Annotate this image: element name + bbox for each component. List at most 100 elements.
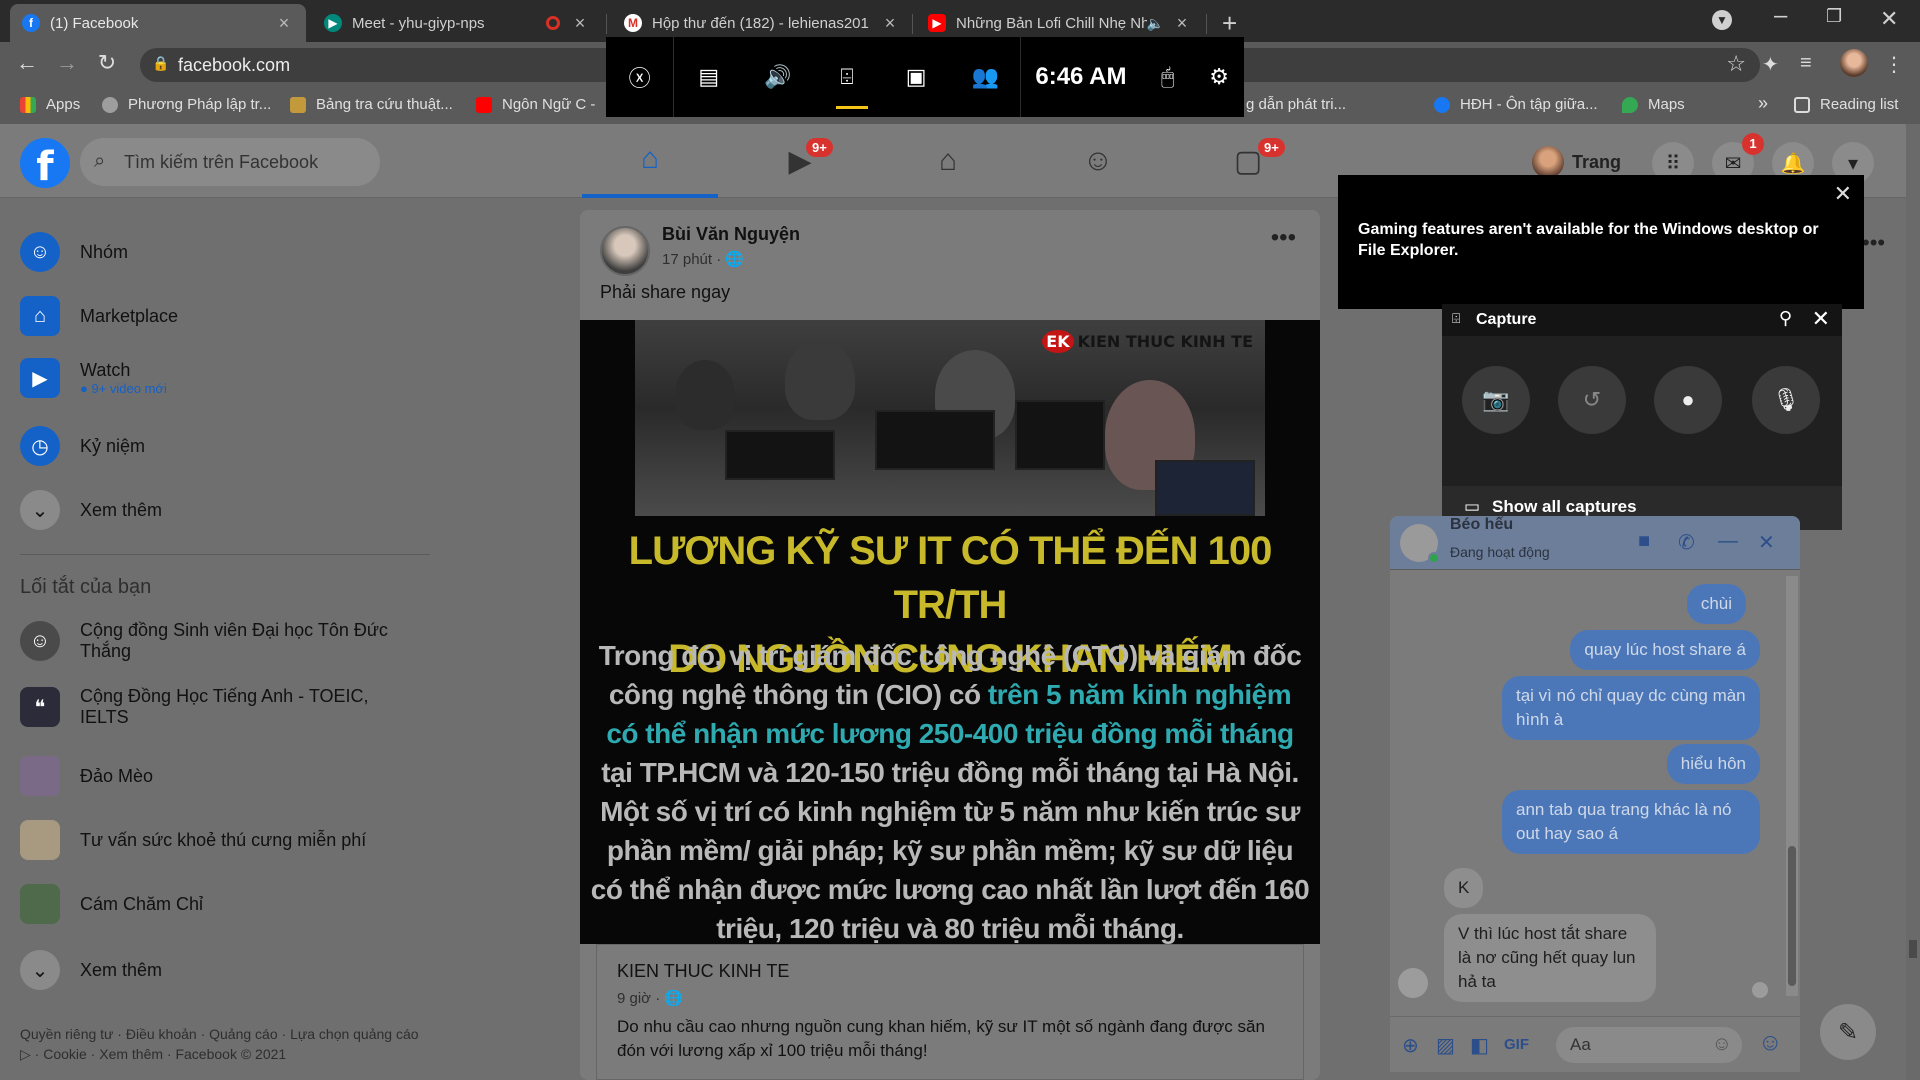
forward-arrow-icon[interactable]: → [52, 50, 82, 76]
restore-icon[interactable]: ❐ [1826, 6, 1842, 27]
nav-gaming[interactable]: ▢ 9+ [1180, 124, 1316, 198]
start-recording-button[interactable]: ● [1654, 366, 1722, 434]
record-last-button[interactable]: ↺ [1558, 366, 1626, 434]
new-tab-plus-icon[interactable]: + [1222, 8, 1237, 39]
post-author[interactable]: Bùi Văn Nguyện [662, 224, 800, 245]
emoji-icon[interactable]: ☺ [1712, 1033, 1732, 1056]
avatar[interactable] [1398, 968, 1428, 998]
sidebar-item-see-more[interactable]: ⌄ Xem thêm [20, 490, 420, 530]
nav-home[interactable]: ⌂ [582, 124, 718, 198]
close-icon[interactable]: × [274, 13, 294, 34]
mic-mute-button[interactable]: 🎙 [1752, 366, 1820, 434]
pin-icon[interactable]: ⚲ [1779, 308, 1792, 329]
shared-post[interactable]: KIEN THUC KINH TE 9 giờ · 🌐 Do nhu cầu c… [596, 944, 1304, 1080]
message-input[interactable]: Aa ☺ [1556, 1027, 1742, 1063]
message-bubble[interactable]: V thì lúc host tắt share là nơ cũng hết … [1444, 914, 1656, 1002]
tab-meet[interactable]: ▶ Meet - yhu-giyp-nps × [312, 4, 602, 42]
bookmark-maps[interactable]: Maps [1622, 96, 1685, 113]
menu-kebab-icon[interactable]: ⋮ [1884, 52, 1904, 77]
chat-scrollbar[interactable] [1786, 576, 1798, 996]
lock-icon[interactable]: 🔒 [152, 55, 169, 72]
sidebar-item-memories[interactable]: ◷ Kỷ niệm [20, 426, 420, 466]
xbox-social-icon[interactable]: 👥 [951, 37, 1020, 117]
close-icon[interactable]: ✕ [1834, 181, 1852, 207]
message-bubble[interactable]: quay lúc host share á [1570, 630, 1760, 670]
audio-playing-icon[interactable]: 🔈 [1147, 15, 1164, 32]
shortcut-pet-health[interactable]: Tư vấn sức khoẻ thú cưng miễn phí [20, 820, 420, 860]
sticker-icon[interactable]: ◧ [1470, 1033, 1489, 1058]
extensions-puzzle-icon[interactable]: ✦ [1762, 52, 1779, 77]
sidebar-item-marketplace[interactable]: ⌂ Marketplace [20, 296, 420, 336]
shortcut-dao-meo[interactable]: Đảo Mèo [20, 756, 420, 796]
chat-contact-name[interactable]: Béo hếu [1450, 516, 1513, 534]
message-bubble[interactable]: chùi [1686, 584, 1746, 624]
performance-icon[interactable]: ▣ [882, 37, 951, 117]
contacts-more-icon[interactable]: ••• [1862, 230, 1885, 256]
shortcut-cam-cham-chi[interactable]: Cám Chăm Chỉ [20, 884, 420, 924]
xbox-logo-icon[interactable]: ⓧ [606, 37, 673, 117]
minimize-icon[interactable]: – [1774, 2, 1787, 30]
shared-source[interactable]: KIEN THUC KINH TE [617, 961, 789, 982]
message-bubble[interactable]: ann tab qua trang khác là nó out hay sao… [1502, 790, 1760, 854]
close-icon[interactable]: ✕ [1812, 306, 1830, 332]
footer-links[interactable]: Quyền riêng tư · Điều khoản · Quảng cáo … [20, 1024, 420, 1064]
post-time[interactable]: 17 phút [662, 251, 712, 268]
message-bubble[interactable]: tại vì nó chỉ quay dc cùng màn hình à [1502, 676, 1760, 740]
thumbs-reaction-icon[interactable]: ☺ [1758, 1029, 1783, 1057]
chat-header[interactable]: Béo hếu Đang hoạt động ■ ✆ — ✕ [1390, 516, 1800, 570]
audio-icon[interactable]: 🔊 [743, 37, 812, 117]
nav-groups[interactable]: ☺ [1030, 124, 1166, 198]
sidebar-item-groups[interactable]: ☺ Nhóm [20, 232, 420, 272]
message-bubble[interactable]: K [1444, 868, 1484, 908]
shortcut-tdtu[interactable]: ☺ Cộng đồng Sinh viên Đại học Tôn Đức Th… [20, 620, 420, 662]
image-icon[interactable]: ▨ [1436, 1033, 1455, 1058]
mouse-icon[interactable]: 🖱 [1141, 37, 1194, 117]
nav-marketplace[interactable]: ⌂ [880, 124, 1016, 198]
shortcut-toeic[interactable]: ❝ Cộng Đồng Học Tiếng Anh - TOEIC, IELTS [20, 686, 420, 728]
message-bubble[interactable]: hiểu hôn [1666, 744, 1760, 784]
capture-header[interactable]: ⌹ Capture ⚲ ✕ [1442, 304, 1842, 336]
media-queue-icon[interactable]: ≡ [1800, 52, 1812, 75]
bookmark-bang-tra[interactable]: Bảng tra cứu thuật... [290, 96, 453, 113]
page-scrollbar[interactable] [1906, 124, 1920, 1080]
new-message-compose-icon[interactable]: ✎ [1820, 1004, 1876, 1060]
scroll-thumb[interactable] [1788, 846, 1796, 986]
close-icon[interactable]: × [1172, 13, 1192, 34]
bookmark-ngon-ngu-c[interactable]: Ngôn Ngữ C - [476, 96, 595, 113]
user-profile-chip[interactable]: Trang [1532, 146, 1621, 178]
scroll-thumb[interactable] [1909, 940, 1917, 958]
tab-search-chevron-icon[interactable]: ▼ [1712, 10, 1732, 30]
bookmarks-overflow-button[interactable]: » [1758, 93, 1768, 114]
minimize-icon[interactable]: — [1718, 530, 1738, 553]
close-icon[interactable]: × [880, 13, 900, 34]
capture-widget-icon[interactable]: ⌹ [812, 37, 881, 117]
screenshot-camera-button[interactable]: 📷 [1462, 366, 1530, 434]
post-image[interactable]: EK KIEN THUC KINH TE LƯƠNG KỸ SƯ IT CÓ TH… [580, 320, 1320, 944]
profile-avatar[interactable] [1840, 49, 1868, 77]
reading-list-button[interactable]: Reading list [1794, 96, 1898, 113]
settings-gear-icon[interactable]: ⚙ [1194, 37, 1244, 117]
bookmark-apps[interactable]: Apps [20, 96, 80, 113]
window-close-icon[interactable]: ✕ [1880, 6, 1898, 32]
gif-icon[interactable]: GIF [1504, 1036, 1529, 1053]
bookmark-huong-dan[interactable]: g dẫn phát tri... [1246, 96, 1346, 113]
reload-icon[interactable]: ↻ [92, 50, 122, 76]
nav-watch[interactable]: ▶ 9+ [732, 124, 868, 198]
tab-facebook[interactable]: f (1) Facebook × [10, 4, 306, 42]
video-call-icon[interactable]: ■ [1638, 530, 1650, 553]
widget-menu-icon[interactable]: ▤ [674, 37, 743, 117]
avatar[interactable] [600, 226, 650, 276]
bookmark-phuong-phap[interactable]: Phương Pháp lập tr... [102, 96, 271, 113]
plus-circle-icon[interactable]: ⊕ [1402, 1033, 1419, 1058]
more-options-icon[interactable]: ••• [1271, 224, 1296, 252]
facebook-logo-icon[interactable]: f [20, 138, 70, 190]
back-arrow-icon[interactable]: ← [12, 50, 42, 76]
close-icon[interactable]: ✕ [1758, 530, 1775, 555]
phone-icon[interactable]: ✆ [1678, 530, 1695, 555]
close-icon[interactable]: × [570, 13, 590, 34]
shortcut-see-more[interactable]: ⌄ Xem thêm [20, 950, 420, 990]
bookmark-hdh[interactable]: HĐH - Ôn tập giữa... [1434, 96, 1598, 113]
bookmark-star-icon[interactable]: ☆ [1726, 51, 1746, 77]
sidebar-item-watch[interactable]: ▶ Watch ● 9+ video mới [20, 358, 420, 398]
facebook-search-input[interactable]: ⌕ Tìm kiếm trên Facebook [80, 138, 380, 186]
